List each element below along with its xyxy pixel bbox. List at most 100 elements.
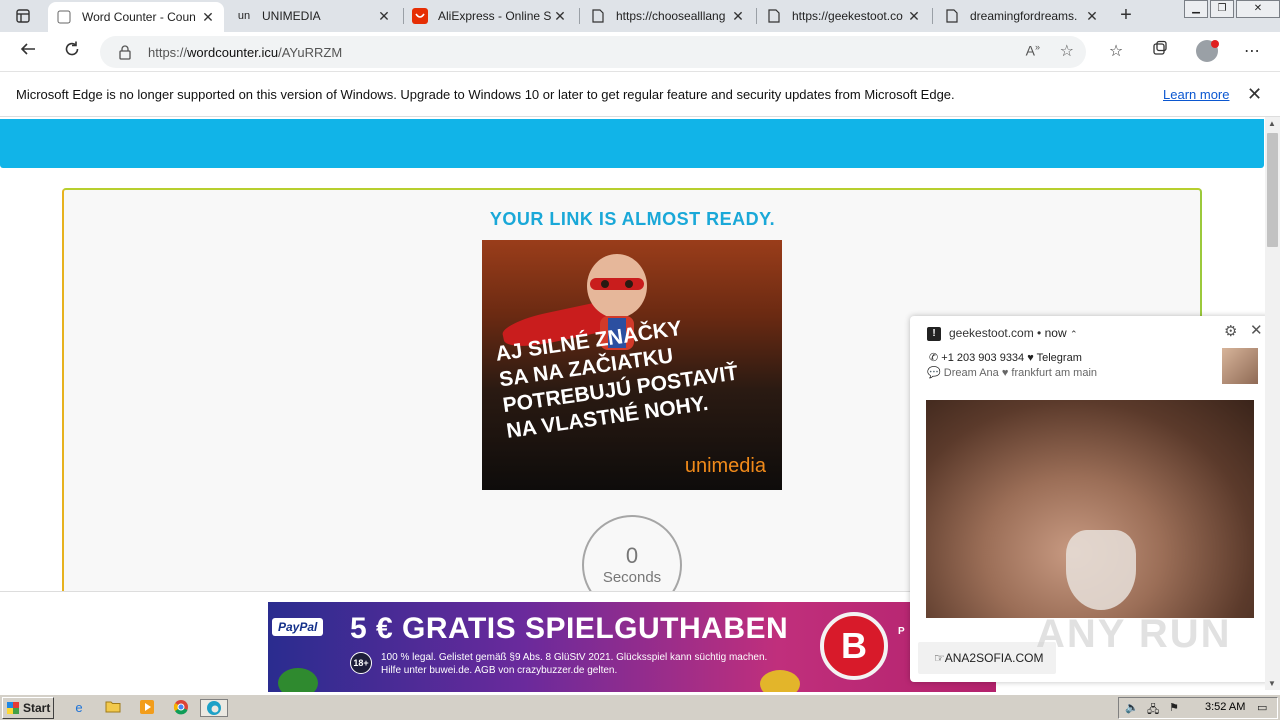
close-notification-icon[interactable]: ✕ [1250,321,1263,339]
close-tab-icon[interactable]: ✕ [552,8,568,25]
learn-more-link[interactable]: Learn more [1163,87,1229,102]
network-icon[interactable]: 🖧 [1147,701,1159,720]
notification-site: geekestoot.com [949,326,1034,340]
legal-line: Hilfe unter buwei.de. AGB von crazybuzze… [381,665,618,676]
flag-icon[interactable]: ⚑ [1169,701,1179,714]
edge-taskbar-icon[interactable] [200,699,228,717]
close-tab-icon[interactable]: ✕ [200,9,216,26]
legal-line: 100 % legal. Gelistet gemäß §9 Abs. 8 Gl… [381,652,768,663]
page-icon [944,8,960,24]
more-menu-icon[interactable]: ⋯ [1240,40,1264,64]
tab-word-counter[interactable]: Word Counter - Coun ✕ [48,2,224,32]
scroll-up-icon[interactable]: ▲ [1268,119,1276,128]
watermelon-image [278,668,318,692]
new-tab-button[interactable]: + [1114,4,1138,28]
notification-image[interactable] [926,400,1254,618]
lock-icon[interactable] [118,44,132,60]
unsupported-os-infobar: Microsoft Edge is no longer supported on… [0,72,1280,117]
chrome-icon[interactable] [172,699,190,717]
site-header [0,119,1264,168]
tab-actions-button[interactable] [0,0,46,32]
back-icon[interactable] [16,40,40,64]
notification-time: now [1044,326,1067,340]
read-aloud-icon[interactable]: A» [1026,42,1040,59]
tab-title: https://choosealllang [616,9,726,23]
notification-text-2: Dream Ana ♥ frankfurt am main [943,367,1098,379]
refresh-icon[interactable] [60,40,84,64]
clock[interactable]: 3:52 AM [1205,701,1245,713]
tab-strip: Word Counter - Coun ✕ un UNIMEDIA ✕ AliE… [0,0,1280,32]
ad-legal-text: 100 % legal. Gelistet gemäß §9 Abs. 8 Gl… [381,651,767,677]
notification-line-name: 💬 Dream Ana ♥ frankfurt am main [927,366,1097,379]
restore-button[interactable]: ❐ [1210,0,1234,18]
close-tab-icon[interactable]: ✕ [1084,8,1100,25]
media-player-icon[interactable] [138,699,156,717]
image-detail [1066,530,1136,610]
anyrun-watermark: ANY RUN [1036,612,1232,656]
scrollbar-thumb[interactable] [1267,133,1278,247]
volume-icon[interactable]: 🔈 [1125,701,1139,714]
tab-chooseall[interactable]: https://choosealllang ✕ [582,0,754,32]
tab-aliexpress[interactable]: AliExpress - Online Sh ✕ [404,0,576,32]
browser-toolbar: https://wordcounter.icu/AYuRRZM A» ☆ ☆ ⋯ [0,32,1280,72]
notification-source: geekestoot.com • now ⌃ [949,326,1078,340]
add-favorite-icon[interactable]: ☆ [1060,41,1074,61]
timer-value: 0 [625,543,639,568]
start-button[interactable]: Start [2,697,54,719]
close-tab-icon[interactable]: ✕ [376,8,392,25]
tab-unimedia[interactable]: un UNIMEDIA ✕ [228,0,400,32]
tab-separator [756,8,757,24]
internet-explorer-icon[interactable]: e [70,699,88,717]
settings-gear-icon[interactable]: ⚙ [1224,322,1237,340]
close-tab-icon[interactable]: ✕ [730,8,746,25]
close-icon[interactable]: ✕ [1247,84,1262,105]
tab-dreamingfordreams[interactable]: dreamingfordreams. ✕ [936,0,1108,32]
system-tray: 🔈 🖧 ⚑ 3:52 AM ▭ [1118,697,1278,719]
page-icon [766,8,782,24]
chevron-up-icon[interactable]: ⌃ [1070,329,1078,339]
url-host: wordcounter.icu [187,45,279,60]
tab-geekestoot[interactable]: https://geekestoot.co ✕ [758,0,930,32]
crazybuzzer-logo: B [820,612,888,680]
ad-headline: 5 € GRATIS SPIELGUTHABEN [350,612,789,645]
close-window-button[interactable]: ✕ [1236,0,1280,18]
tab-separator [932,8,933,24]
tab-title: https://geekestoot.co [792,9,903,23]
windows-taskbar: Start e 🔈 🖧 ⚑ 3:52 AM ▭ [0,694,1280,720]
minimize-button[interactable]: ▁ [1184,0,1208,18]
url-text[interactable]: https://wordcounter.icu/AYuRRZM [148,45,342,60]
aliexpress-icon [412,8,428,24]
chat-camera-icon: 💬 [927,367,944,379]
tab-title: AliExpress - Online Sh [438,9,552,23]
profile-avatar[interactable] [1196,40,1219,62]
folder-icon[interactable] [104,699,122,717]
collections-icon[interactable] [1148,40,1172,64]
window-controls: ▁ ❐ ✕ [1182,0,1280,20]
paypal-logo: PayPal [272,618,324,636]
timer-unit: Seconds [602,569,662,586]
close-tab-icon[interactable]: ✕ [906,8,922,25]
notification-text-1: +1 203 903 9334 ♥ Telegram [941,352,1082,364]
scroll-down-icon[interactable]: ▼ [1268,679,1276,688]
phone-icon: ✆ [929,352,942,364]
notification-thumbnail [1222,348,1258,384]
address-bar[interactable]: https://wordcounter.icu/AYuRRZM A» ☆ [100,36,1086,68]
show-desktop-icon[interactable]: ▭ [1257,701,1267,714]
casino-banner-ad[interactable]: PayPal 5 € GRATIS SPIELGUTHABEN 18+ 100 … [268,602,996,692]
page-icon [590,8,606,24]
url-scheme: https:// [148,45,188,60]
tab-actions-icon [16,9,30,23]
notification-icon: ! [927,327,941,341]
tab-title: Word Counter - Coun [82,10,196,24]
unimedia-banner-ad[interactable]: AJ SILNÉ ZNAČKY SA NA ZAČIATKU POTREBUJÚ… [482,240,782,490]
link-ready-heading: YOUR LINK IS ALMOST READY. [489,209,776,229]
age-badge: 18+ [350,652,372,674]
url-path: /AYuRRZM [278,45,343,60]
vertical-scrollbar[interactable]: ▲ ▼ [1265,117,1280,690]
wordcounter-icon [56,9,72,25]
ad-edge-text: P [898,626,905,637]
tab-separator [579,8,580,24]
unimedia-icon: un [237,10,251,22]
coin-image [760,670,800,692]
favorites-icon[interactable]: ☆ [1104,40,1128,64]
